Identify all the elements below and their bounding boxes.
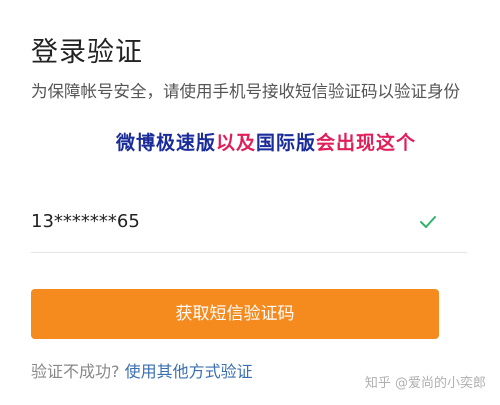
phone-number-value: 13*******65: [31, 211, 140, 232]
annotation-segment-2: 以及: [216, 132, 257, 154]
annotation-segment-4: 会出现这个: [316, 132, 417, 154]
login-verification-page: 登录验证 为保障帐号安全，请使用手机号接收短信验证码以验证身份 微博极速版以及国…: [0, 0, 500, 405]
footer-alt-verification: 验证不成功? 使用其他方式验证: [31, 358, 253, 382]
get-sms-code-button[interactable]: 获取短信验证码: [31, 289, 439, 339]
overlay-annotation: 微博极速版以及国际版会出现这个: [116, 128, 416, 155]
annotation-segment-1: 微博极速版: [116, 132, 217, 154]
other-verification-method-link[interactable]: 使用其他方式验证: [125, 362, 253, 381]
verification-description: 为保障帐号安全，请使用手机号接收短信验证码以验证身份: [31, 82, 460, 101]
check-icon: [419, 214, 437, 228]
page-title: 登录验证: [31, 37, 143, 68]
annotation-segment-3: 国际版: [256, 132, 317, 154]
verification-failed-prompt: 验证不成功?: [31, 362, 120, 381]
zhihu-watermark: 知乎 @爱尚的小奕郎: [364, 376, 486, 391]
phone-number-field: 13*******65: [31, 198, 467, 253]
